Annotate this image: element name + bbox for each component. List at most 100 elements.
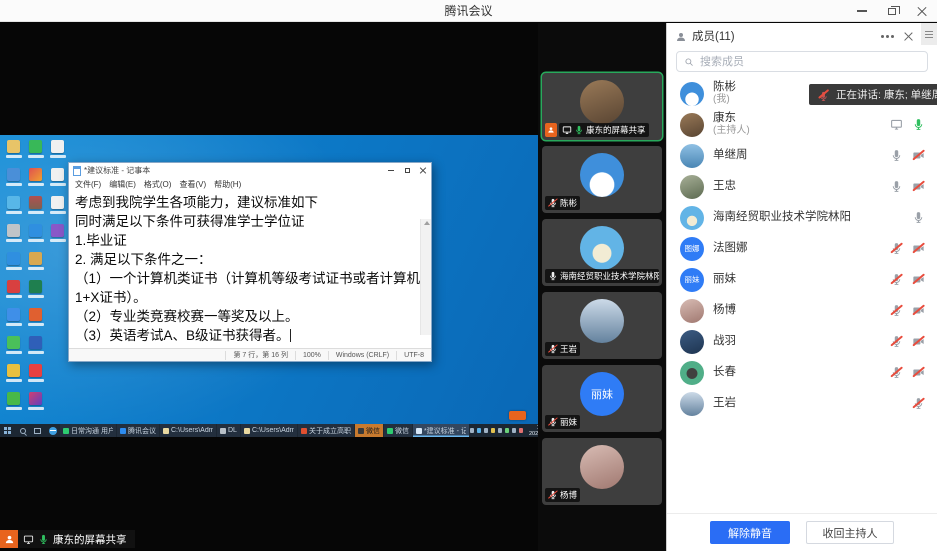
member-name: 康东 xyxy=(713,112,750,125)
member-row[interactable]: 图娜 法图娜 xyxy=(667,233,937,264)
reclaim-host-button[interactable]: 收回主持人 xyxy=(806,521,894,544)
mic-icon[interactable] xyxy=(890,304,903,317)
member-avatar xyxy=(680,175,704,199)
member-name: 战羽 xyxy=(713,335,736,348)
video-thumbnail[interactable]: 杨博 xyxy=(542,438,662,505)
member-search-box xyxy=(676,51,928,72)
member-row[interactable]: 王岩 xyxy=(667,388,937,419)
tray-icon xyxy=(505,428,510,433)
participant-avatar xyxy=(580,226,624,270)
text-doc-icon xyxy=(51,168,64,181)
video-thumbnail-strip: 康东的屏幕共享 陈彬 xyxy=(538,23,666,551)
mic-icon[interactable] xyxy=(912,211,925,224)
desktop-icon xyxy=(3,224,24,252)
desktop-icon xyxy=(47,196,68,224)
tray-icon xyxy=(484,428,489,433)
desktop-icon xyxy=(3,168,24,196)
panel-toggle-strip[interactable] xyxy=(921,23,937,45)
taskbar-app-button: C:\Users\Adm... xyxy=(241,424,297,437)
mic-icon[interactable] xyxy=(912,118,925,131)
speaking-toast-text: 正在讲话: 康东; 单继周... xyxy=(836,87,937,102)
desktop-icon-label xyxy=(6,379,22,382)
more-menu-icon[interactable] xyxy=(881,35,884,38)
camera-off-icon[interactable] xyxy=(912,304,925,317)
search-input[interactable] xyxy=(698,55,920,69)
panel-close-icon[interactable] xyxy=(904,32,913,41)
member-avatar: 图娜 xyxy=(680,237,704,261)
desktop-icon xyxy=(25,336,46,364)
task-view-icon xyxy=(30,424,45,437)
share-banner-label: 康东的屏幕共享 xyxy=(53,532,127,547)
taskbar-clock: 16:282022/6/8 xyxy=(529,425,538,437)
desktop-icon xyxy=(3,392,24,420)
camera-off-icon[interactable] xyxy=(912,335,925,348)
taskbar-app-icon xyxy=(120,428,126,434)
camera-off-icon[interactable] xyxy=(912,242,925,255)
menu-format: 格式(O) xyxy=(144,179,172,190)
participant-avatar xyxy=(580,445,624,489)
member-name: 杨博 xyxy=(713,304,736,317)
notepad-line: （2）专业类竞赛校赛一等奖及以上。 xyxy=(75,307,417,326)
camera-off-icon[interactable] xyxy=(912,366,925,379)
thumbnail-label: 海南经贸职业技术学院林阳 xyxy=(560,270,659,282)
desktop-icon-label xyxy=(50,211,66,214)
menu-help: 帮助(H) xyxy=(214,179,241,190)
member-row[interactable]: 丽妹 丽妹 xyxy=(667,264,937,295)
desktop-icon xyxy=(47,168,68,196)
member-row[interactable]: 海南经贸职业技术学院林阳 xyxy=(667,202,937,233)
member-row[interactable]: 单继周 xyxy=(667,140,937,171)
status-eol: Windows (CRLF) xyxy=(328,351,396,360)
camera-off-icon[interactable] xyxy=(912,273,925,286)
desktop-icon xyxy=(3,308,24,336)
restore-button[interactable] xyxy=(877,0,907,22)
taskbar-app-button: DL xyxy=(217,424,240,437)
desktop-icon-grid xyxy=(3,140,69,424)
speaking-toast: 正在讲话: 康东; 单继周... xyxy=(809,84,937,105)
notepad-maximize-button xyxy=(399,163,415,178)
video-thumbnail[interactable]: 康东的屏幕共享 xyxy=(542,73,662,140)
desktop-icon-label xyxy=(28,323,44,326)
member-row[interactable]: 王忠 xyxy=(667,171,937,202)
menu-file: 文件(F) xyxy=(75,179,101,190)
winrar-icon xyxy=(29,196,42,209)
camera-off-icon[interactable] xyxy=(912,149,925,162)
mic-icon[interactable] xyxy=(912,397,925,410)
mic-icon[interactable] xyxy=(890,180,903,193)
video-thumbnail[interactable]: 丽妹 丽妹 xyxy=(542,365,662,432)
member-avatar xyxy=(680,361,704,385)
desktop-icon-label xyxy=(6,155,22,158)
mic-icon[interactable] xyxy=(890,149,903,162)
unmute-button[interactable]: 解除静音 xyxy=(710,521,790,544)
mic-icon[interactable] xyxy=(890,273,903,286)
user-files-icon xyxy=(7,140,20,153)
tray-icon xyxy=(512,428,517,433)
desktop-icon xyxy=(25,364,46,392)
mic-icon[interactable] xyxy=(890,366,903,379)
notepad-title: *建议标准 - 记事本 xyxy=(84,165,150,176)
desktop-icon xyxy=(3,140,24,168)
desktop-icon xyxy=(25,168,46,196)
member-row[interactable]: 杨博 xyxy=(667,295,937,326)
taskbar-app-button: C:\Users\Adm... xyxy=(160,424,216,437)
video-thumbnail[interactable]: 陈彬 xyxy=(542,146,662,213)
notepad-line: 2. 满足以下条件之一： xyxy=(75,250,417,269)
mic-icon[interactable] xyxy=(890,335,903,348)
close-button[interactable] xyxy=(907,0,937,22)
minimize-button[interactable] xyxy=(847,0,877,22)
tray-icon xyxy=(491,428,496,433)
video-thumbnail[interactable]: 王岩 xyxy=(542,292,662,359)
search-icon xyxy=(684,57,694,67)
video-thumbnail[interactable]: 海南经贸职业技术学院林阳 xyxy=(542,219,662,286)
menu-edit: 编辑(E) xyxy=(109,179,136,190)
member-row[interactable]: 战羽 xyxy=(667,326,937,357)
member-avatar xyxy=(680,113,704,137)
member-row[interactable]: 长春 xyxy=(667,357,937,388)
mic-icon[interactable] xyxy=(890,242,903,255)
camera-off-icon[interactable] xyxy=(912,180,925,193)
participant-avatar: 丽妹 xyxy=(580,372,624,416)
member-role: (我) xyxy=(713,94,736,106)
desktop-icon-label xyxy=(28,239,44,242)
member-row[interactable]: 康东 (主持人) xyxy=(667,109,937,140)
taskbar-app-button: 腾讯会议 xyxy=(117,424,159,437)
tray-icon xyxy=(519,428,524,433)
